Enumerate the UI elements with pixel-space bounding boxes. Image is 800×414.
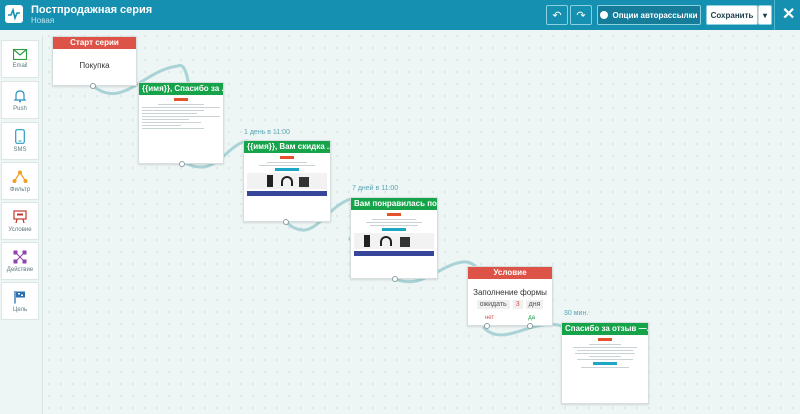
condition-icon (13, 209, 27, 223)
sidebar-item-push[interactable]: Push (1, 81, 39, 119)
sidebar-item-label: Фильтр (9, 186, 31, 193)
flag-icon (14, 290, 25, 303)
bell-icon (13, 89, 27, 102)
email-node-4[interactable]: Спасибо за отзыв —... (561, 322, 649, 404)
phone-icon (15, 129, 25, 144)
start-node-title: Старт серии (53, 37, 136, 49)
email-3-output-port[interactable] (392, 276, 398, 282)
wait-value: 3 (512, 300, 523, 309)
email-icon (13, 49, 27, 60)
sidebar-item-action[interactable]: Действие (1, 242, 39, 280)
email-2-output-port[interactable] (283, 219, 289, 225)
sidebar-item-goal[interactable]: Цель (1, 282, 39, 320)
workflow-canvas[interactable]: Старт серии Покупка {{имя}}, Спасибо за … (43, 30, 800, 414)
save-dropdown-button[interactable]: ▾ (758, 5, 772, 25)
pulse-icon (8, 7, 20, 21)
sidebar-item-sms[interactable]: SMS (1, 122, 39, 160)
start-output-port[interactable] (90, 83, 96, 89)
sidebar-item-label: Цель (12, 306, 28, 313)
sidebar-item-filter[interactable]: Фильтр (1, 162, 39, 200)
save-button[interactable]: Сохранить (706, 5, 758, 25)
email-node-title: Вам понравилась по... (351, 198, 437, 210)
wait-label: ожидать (476, 300, 510, 309)
sidebar-item-email[interactable]: Email (1, 40, 39, 78)
delay-timer[interactable]: 7 дней в 11:00 (352, 185, 398, 192)
wait-setting[interactable]: ожидать 3 дня (468, 300, 552, 309)
filter-icon (12, 170, 28, 183)
sidebar-item-label: Условие (8, 226, 32, 233)
email-node-title: {{имя}}, Вам скидка ... (244, 141, 330, 153)
app-logo[interactable] (5, 5, 23, 23)
email-1-output-port[interactable] (179, 161, 185, 167)
delay-timer[interactable]: 1 день в 11:00 (244, 129, 290, 136)
condition-node[interactable]: Условие Заполнение формы ожидать 3 дня н… (467, 266, 553, 326)
redo-icon: ↷ (576, 9, 586, 22)
email-node-title: {{имя}}, Спасибо за ... (139, 83, 223, 95)
top-bar: Постпродажная серия Новая ↶ ↷ Опции авто… (0, 0, 800, 30)
start-node-trigger: Покупка (79, 61, 110, 70)
condition-no-port[interactable] (484, 323, 490, 329)
sidebar-item-label: Push (13, 105, 27, 112)
condition-node-title: Условие (468, 267, 552, 279)
email-node-1[interactable]: {{имя}}, Спасибо за ... (138, 82, 224, 164)
branch-labels: нет да (468, 315, 552, 321)
email-node-title: Спасибо за отзыв —... (562, 323, 648, 335)
undo-icon: ↶ (552, 9, 562, 22)
email-node-2[interactable]: {{имя}}, Вам скидка ... (243, 140, 331, 222)
close-button[interactable]: ✕ (782, 5, 795, 25)
mailing-options-button[interactable]: Опции авторассылки (597, 5, 701, 25)
email-preview (142, 98, 220, 131)
delay-timer[interactable]: 30 мин. (564, 310, 588, 317)
no-branch-label: нет (484, 315, 495, 321)
email-node-3[interactable]: Вам понравилась по... (350, 197, 438, 279)
series-status: Новая (31, 16, 55, 25)
sidebar-item-label: Email (12, 63, 28, 69)
wait-unit: дня (525, 300, 544, 309)
email-preview (354, 213, 434, 256)
action-icon (13, 250, 27, 263)
start-node[interactable]: Старт серии Покупка (52, 36, 137, 86)
sidebar-item-label: SMS (13, 147, 27, 153)
condition-text: Заполнение формы (473, 288, 547, 297)
undo-button[interactable]: ↶ (546, 5, 568, 25)
sidebar-item-condition[interactable]: Условие (1, 202, 39, 240)
redo-button[interactable]: ↷ (570, 5, 592, 25)
series-title[interactable]: Постпродажная серия (31, 4, 152, 16)
condition-yes-port[interactable] (527, 323, 533, 329)
email-preview (247, 156, 327, 196)
email-preview (565, 338, 645, 370)
save-label: Сохранить (710, 10, 754, 20)
sidebar-item-label: Действие (6, 266, 34, 273)
toolbar-divider (774, 0, 775, 30)
chevron-down-icon: ▾ (762, 10, 767, 20)
gear-icon (600, 11, 609, 19)
mailing-options-label: Опции авторассылки (612, 10, 698, 20)
yes-branch-label: да (528, 315, 535, 321)
